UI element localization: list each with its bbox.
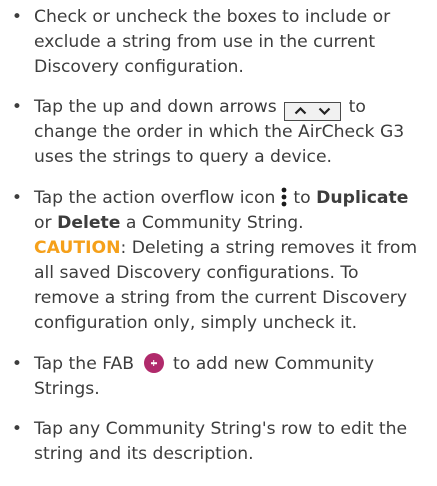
item-1-line-3: Discovery configuration. [34, 57, 244, 77]
bullet: • [11, 354, 23, 374]
item-2-line-3: uses the strings to query a device. [34, 147, 332, 167]
chevron-up-icon [295, 107, 307, 115]
caution-line-1: CAUTION: Deleting a string removes it fr… [34, 236, 417, 261]
item-3-line-2: or Delete a Community String. [34, 211, 304, 236]
duplicate-label: Duplicate [316, 188, 409, 208]
bullet: • [11, 419, 23, 439]
item-2-line-1: Tap the up and down arrows to [34, 95, 366, 121]
bullet: • [11, 97, 23, 117]
caution-line-3: remove a string from the current Discove… [34, 288, 408, 308]
item-1-line-2: exclude a string from use in the current [34, 32, 376, 52]
item-4-text-after: to add new Community [173, 354, 375, 374]
item-1-line-1: Check or uncheck the boxes to include or [34, 7, 391, 27]
up-down-arrows [284, 101, 342, 121]
more-vert-icon [282, 187, 287, 207]
instructions-list: • Check or uncheck the boxes to include … [0, 0, 437, 486]
item-2-text-after: to [348, 97, 366, 117]
fab-add-icon [143, 353, 164, 373]
delete-label: Delete [57, 213, 121, 233]
item-3-text-to: to [293, 188, 311, 208]
caution-text: : Deleting a string removes it from [120, 238, 418, 258]
item-3-text-or: or [34, 213, 52, 233]
item-3-text-before: Tap the action overflow icon [34, 188, 276, 208]
bullet: • [11, 188, 23, 208]
item-3-line-1: Tap the action overflow icon to Duplicate [34, 186, 408, 211]
item-3-text-after: a Community String. [125, 213, 304, 233]
caution-line-2: all saved Discovery configurations. To [34, 263, 359, 283]
item-2-text-before: Tap the up and down arrows [34, 97, 277, 117]
item-4-line-2: Strings. [34, 379, 100, 399]
item-4-line-1: Tap the FAB to add new Community [34, 352, 374, 377]
caution-line-4: configuration only, simply uncheck it. [34, 313, 358, 333]
item-5-line-1: Tap any Community String's row to edit t… [34, 419, 408, 439]
caution-label: CAUTION [34, 238, 121, 258]
item-5-line-2: string and its description. [34, 444, 254, 464]
item-2-line-2: change the order in which the AirCheck G… [34, 122, 405, 142]
item-4-text-before: Tap the FAB [34, 354, 135, 374]
chevron-down-icon [318, 107, 331, 115]
bullet: • [11, 7, 23, 27]
